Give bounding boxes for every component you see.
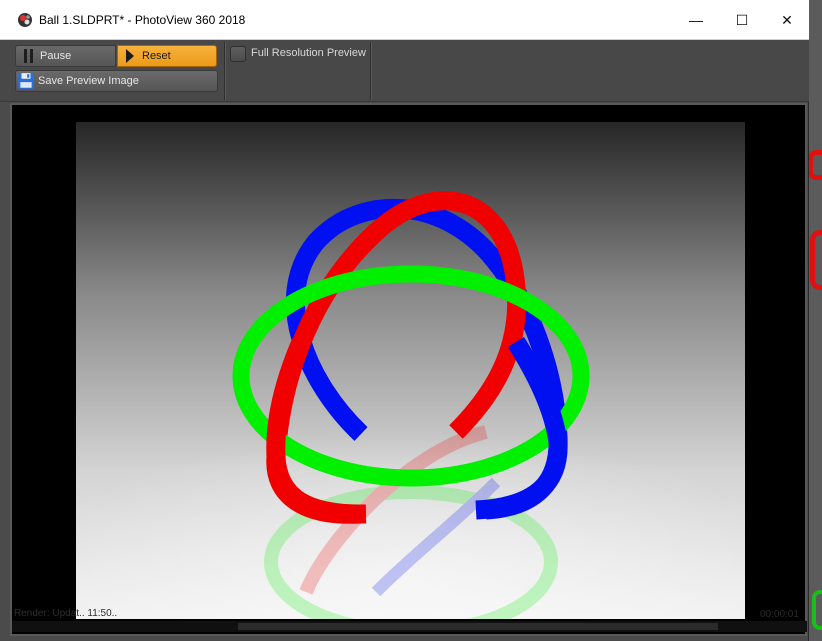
maximize-icon: ☐	[735, 11, 749, 28]
full-resolution-preview-checkbox[interactable]	[230, 46, 246, 62]
save-preview-image-label: Save Preview Image	[38, 75, 139, 87]
play-triangle-icon	[122, 48, 138, 64]
render-viewport[interactable]	[10, 103, 807, 636]
background-red-ring-fragment	[808, 150, 822, 180]
pause-button-label: Pause	[40, 50, 72, 62]
scrollbar-thumb[interactable]	[238, 623, 718, 630]
horizontal-scrollbar[interactable]	[12, 621, 807, 632]
title-bar[interactable]: Ball 1.SLDPRT* - PhotoView 360 2018 — ☐ …	[0, 0, 809, 40]
close-button[interactable]: ✕	[764, 0, 810, 40]
save-preview-image-button[interactable]: Save Preview Image	[15, 70, 218, 92]
toolbar-separator	[370, 42, 371, 100]
render-preview-image	[76, 122, 745, 619]
toolbar-separator	[224, 42, 225, 100]
background-app-edge	[808, 0, 822, 641]
minimize-button[interactable]: —	[673, 0, 719, 40]
background-red-ring-fragment	[810, 230, 822, 290]
render-status-text: Render: Updat.. 11:50..	[14, 608, 118, 619]
floppy-disk-icon	[18, 73, 34, 89]
maximize-button[interactable]: ☐	[719, 0, 765, 40]
render-elapsed-time: 00:00:01	[760, 609, 799, 620]
pause-button[interactable]: Pause	[15, 45, 116, 67]
window-title: Ball 1.SLDPRT* - PhotoView 360 2018	[39, 13, 246, 27]
minimize-icon: —	[689, 12, 703, 28]
reset-button-label: Reset	[142, 50, 171, 62]
close-icon: ✕	[781, 11, 793, 28]
photoview-window: Ball 1.SLDPRT* - PhotoView 360 2018 — ☐ …	[0, 0, 809, 641]
pause-icon	[20, 48, 36, 64]
full-resolution-preview-label[interactable]: Full Resolution Preview	[251, 47, 366, 59]
background-green-ring-fragment	[812, 590, 822, 630]
photoview-app-icon	[18, 13, 32, 27]
toolbar: Pause Reset Save Preview Image Full Reso…	[0, 40, 809, 102]
reset-button[interactable]: Reset	[117, 45, 217, 67]
